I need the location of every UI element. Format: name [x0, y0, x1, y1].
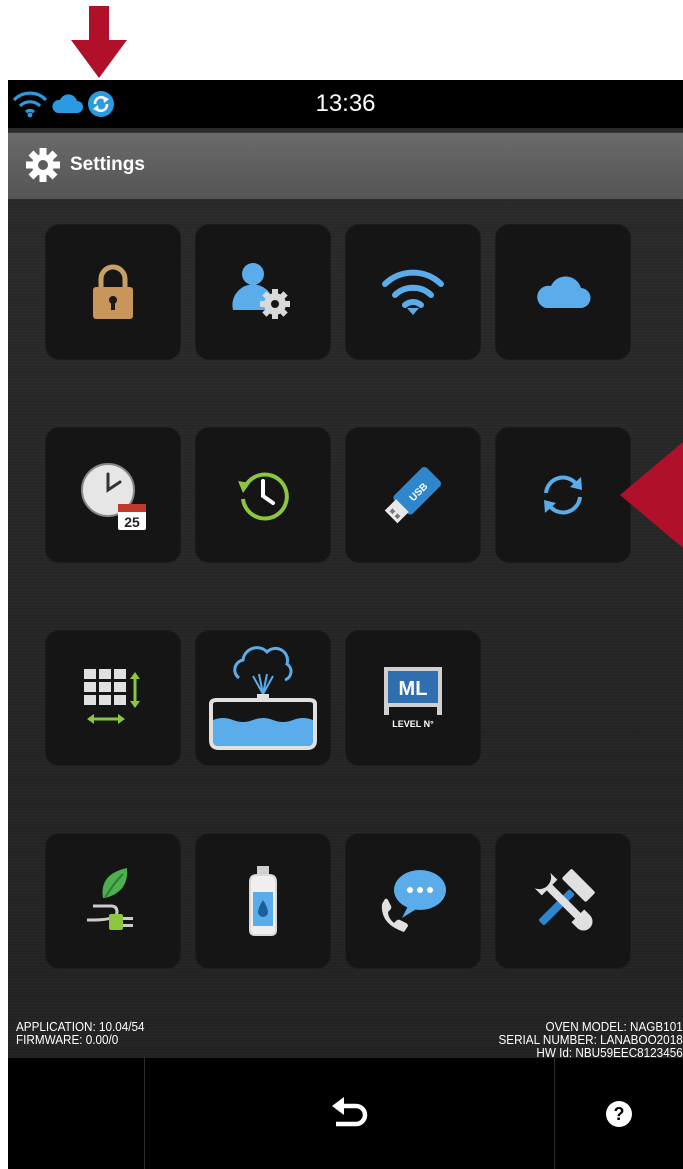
tile-tools[interactable]	[495, 833, 631, 969]
user-gear-icon	[232, 263, 290, 319]
tile-usb[interactable]: USB	[345, 427, 481, 563]
help-icon: ?	[606, 1100, 632, 1127]
tile-user-settings[interactable]	[195, 224, 331, 360]
padlock-icon	[93, 264, 133, 319]
ml-label: ML	[399, 678, 428, 700]
page-title: Settings	[70, 154, 145, 175]
tile-sync[interactable]	[495, 427, 631, 563]
tile-support[interactable]	[345, 833, 481, 969]
level-label: LEVEL N°	[392, 719, 434, 729]
ml-level-icon: ML LEVEL N°	[384, 667, 442, 729]
gear-icon	[26, 148, 60, 182]
back-button[interactable]	[145, 1058, 554, 1169]
phone-chat-icon	[381, 870, 446, 932]
leaf-plug-icon	[87, 868, 133, 930]
annotation-arrow-left	[620, 442, 683, 548]
back-arrow-icon	[331, 1096, 367, 1126]
tile-date-time[interactable]: 25	[45, 427, 181, 563]
tile-lock[interactable]	[45, 224, 181, 360]
sync-icon	[544, 475, 582, 515]
device-info: OVEN MODEL: NAGB101 SERIAL NUMBER: LANAB…	[499, 1020, 683, 1059]
usb-drive-icon: USB	[384, 466, 442, 524]
version-info: APPLICATION: 10.04/54 FIRMWARE: 0.00/0	[16, 1020, 145, 1046]
status-time: 13:36	[315, 90, 376, 117]
tile-history[interactable]	[195, 427, 331, 563]
tile-detergent[interactable]	[195, 833, 331, 969]
clock-calendar-icon: 25	[81, 463, 146, 530]
tile-menu-level[interactable]: ML LEVEL N°	[345, 630, 481, 766]
tile-cloud[interactable]	[495, 224, 631, 360]
firmware-version: FIRMWARE: 0.00/0	[16, 1032, 119, 1047]
annotation-arrow-down	[71, 6, 127, 78]
history-clock-icon	[238, 472, 289, 521]
calendar-day-label: 25	[124, 514, 140, 530]
tile-wifi[interactable]	[345, 224, 481, 360]
tile-energy-saving[interactable]	[45, 833, 181, 969]
svg-text:?: ?	[614, 1104, 625, 1124]
wifi-icon	[382, 269, 444, 315]
status-bar: 13:36	[8, 80, 683, 128]
tile-water-tank[interactable]	[195, 630, 331, 766]
nav-left-area	[8, 1058, 144, 1169]
title-bar: Settings	[8, 132, 683, 199]
cloud-icon	[537, 276, 591, 309]
settings-screen: Settings 25 USB ML LEVEL N° APPLICATION:…	[8, 128, 683, 1169]
grid-resize-icon	[84, 669, 140, 724]
water-steam-icon	[209, 646, 317, 750]
tile-keypad-size[interactable]	[45, 630, 181, 766]
hammer-wrench-icon	[534, 869, 595, 931]
water-bottle-icon	[249, 866, 277, 936]
bottom-nav-bar: ?	[8, 1058, 683, 1169]
help-button[interactable]: ?	[555, 1058, 683, 1169]
